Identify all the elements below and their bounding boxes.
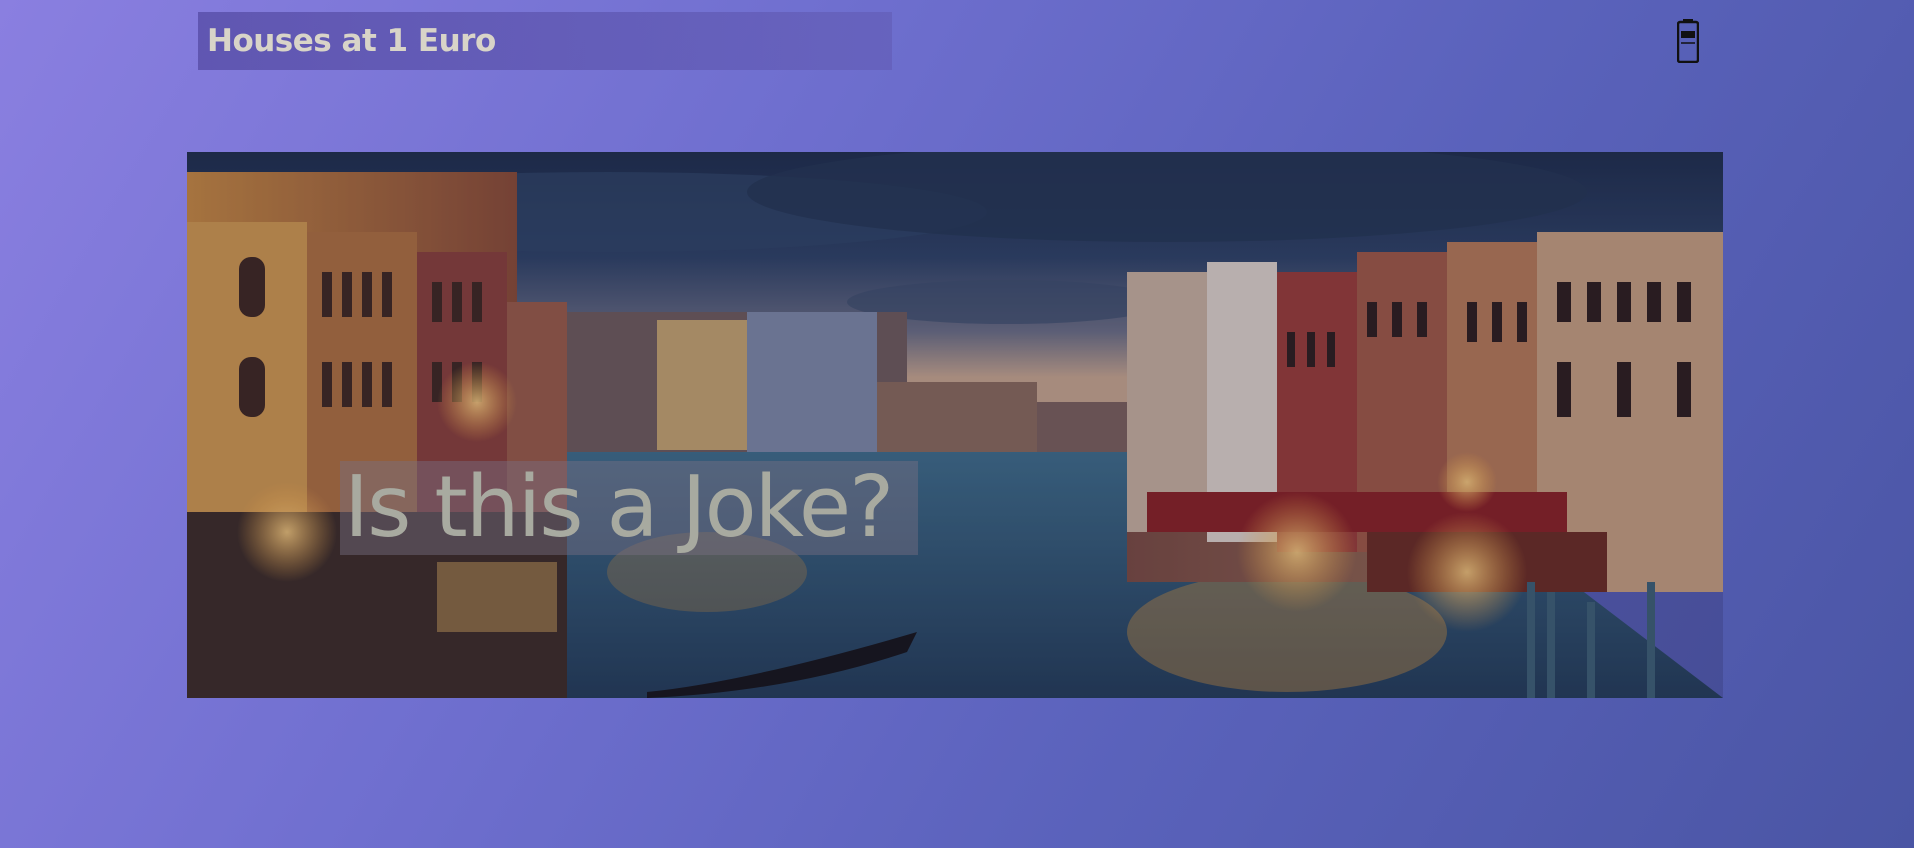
hero-title: Is this a Joke? (340, 461, 918, 555)
hero-banner: Is this a Joke? (187, 152, 1723, 698)
venice-canal-image (187, 152, 1723, 698)
mobile-device-icon[interactable] (1676, 19, 1700, 64)
top-navbar: Houses at 1 Euro (198, 12, 1700, 70)
brand-title[interactable]: Houses at 1 Euro (198, 12, 892, 70)
